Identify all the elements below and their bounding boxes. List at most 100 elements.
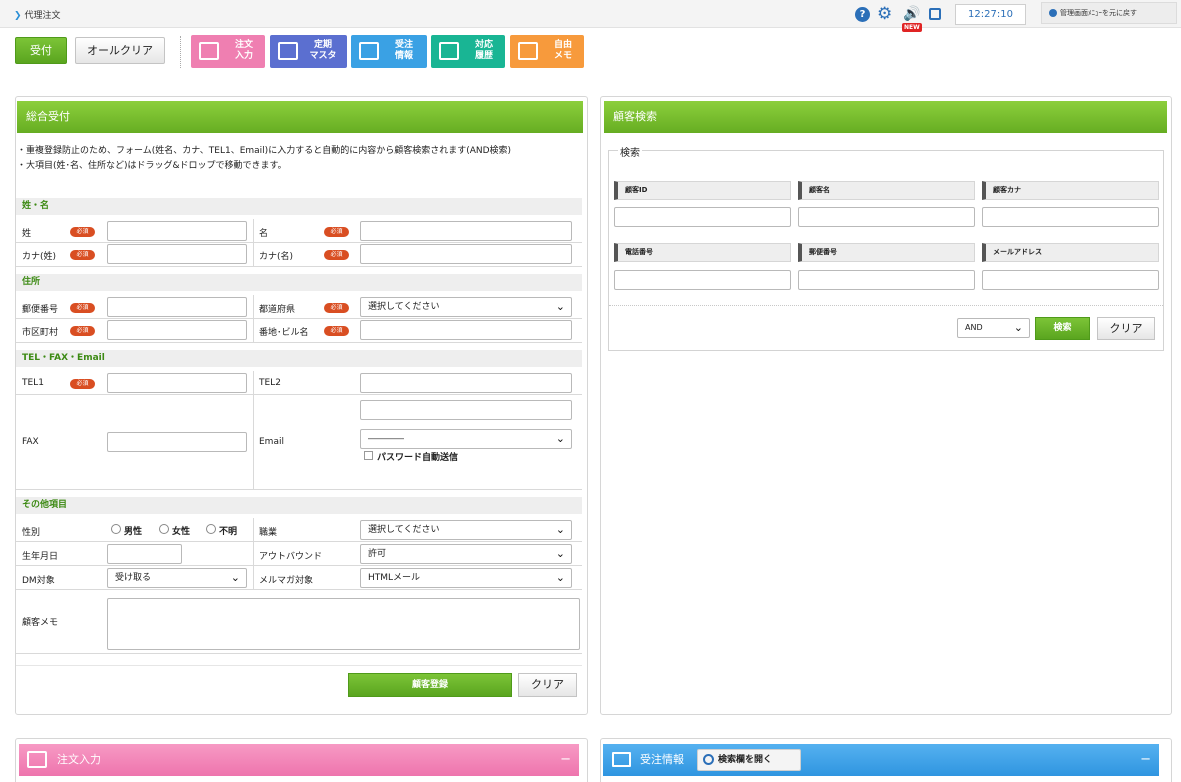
- tile-label: メモ: [553, 51, 572, 61]
- section-header-contact[interactable]: TEL・FAX・Email: [16, 350, 582, 367]
- required-badge: 必須: [324, 303, 349, 313]
- street-input[interactable]: [360, 320, 572, 340]
- open-search-button[interactable]: 検索欄を開く: [697, 749, 801, 771]
- required-badge: 必須: [324, 326, 349, 336]
- label-gender: 性別: [22, 528, 41, 538]
- tile-label: マスタ: [309, 51, 337, 61]
- required-badge: 必須: [70, 379, 95, 389]
- open-search-label: 検索欄を開く: [718, 755, 773, 765]
- mei-input[interactable]: [360, 221, 572, 241]
- order-info-tile[interactable]: 受注 情報: [351, 35, 427, 68]
- search-button[interactable]: 検索: [1035, 317, 1090, 340]
- panel-title: 顧客検索: [604, 101, 1167, 133]
- chevron-down-icon: ⌄: [555, 571, 565, 584]
- panel-title: 総合受付: [17, 101, 583, 133]
- email-domain-select[interactable]: ―――― ⌄: [360, 429, 572, 449]
- fax-input[interactable]: [107, 432, 247, 452]
- divider: [253, 295, 254, 343]
- free-memo-tile[interactable]: 自由 メモ: [510, 35, 584, 68]
- email-search-input[interactable]: [982, 270, 1159, 290]
- admin-back-label: 管理画面ﾒﾆｭｰを元に戻す: [1060, 9, 1137, 17]
- clock-display: 12:27:10: [955, 4, 1026, 25]
- label-email: Email: [259, 437, 284, 447]
- top-bar: ❯ 代理注文 ? ⚙ 🔊 NEW 12:27:10 管理画面ﾒﾆｭｰを元に戻す: [0, 0, 1181, 32]
- customer-id-input[interactable]: [614, 207, 791, 227]
- section-header-other[interactable]: その他項目: [16, 497, 582, 514]
- search-icon: [703, 754, 714, 765]
- email-input[interactable]: [360, 400, 572, 420]
- zip-input[interactable]: [107, 297, 247, 317]
- label-outbound: アウトバウンド: [259, 552, 323, 562]
- external-link-icon[interactable]: [929, 8, 941, 20]
- gender-male-radio[interactable]: [111, 524, 121, 534]
- speaker-icon[interactable]: 🔊: [903, 7, 920, 22]
- tile-label: 情報: [394, 51, 413, 61]
- kana-sei-input[interactable]: [107, 244, 247, 264]
- customer-kana-input[interactable]: [982, 207, 1159, 227]
- header-email: メールアドレス: [982, 243, 1159, 262]
- search-divider: [609, 305, 1163, 306]
- select-value: 選択してください: [368, 302, 440, 312]
- search-mode-select[interactable]: AND ⌄: [957, 318, 1030, 338]
- gear-icon[interactable]: ⚙: [877, 6, 892, 23]
- accept-button[interactable]: 受付: [15, 37, 67, 64]
- collapse-icon[interactable]: −: [560, 744, 571, 776]
- mailmag-select[interactable]: HTMLメール ⌄: [360, 568, 572, 588]
- tel1-input[interactable]: [107, 373, 247, 393]
- select-value: ――――: [368, 434, 404, 444]
- help-icon[interactable]: ?: [855, 7, 870, 22]
- sei-input[interactable]: [107, 221, 247, 241]
- tile-label: 入力: [234, 51, 253, 61]
- order-entry-header[interactable]: 注文入力 −: [19, 744, 579, 776]
- dm-select[interactable]: 受け取る ⌄: [107, 568, 247, 588]
- tile-label: 対応: [474, 40, 493, 50]
- select-value: HTMLメール: [368, 573, 421, 583]
- order-info-header[interactable]: 受注情報 検索欄を開く −: [603, 744, 1159, 776]
- gender-unknown-label: 不明: [219, 527, 238, 537]
- document-icon: [439, 42, 459, 60]
- required-badge: 必須: [70, 326, 95, 336]
- chevron-down-icon: ⌄: [555, 523, 565, 536]
- kana-mei-input[interactable]: [360, 244, 572, 264]
- birthday-input[interactable]: [107, 544, 182, 564]
- password-auto-label: パスワード自動送信: [377, 453, 459, 463]
- customer-memo-textarea[interactable]: [107, 598, 580, 650]
- register-customer-button[interactable]: 顧客登録: [348, 673, 512, 697]
- new-badge: NEW: [902, 23, 922, 32]
- order-entry-tile[interactable]: 注文 入力: [191, 35, 265, 68]
- tel2-input[interactable]: [360, 373, 572, 393]
- toolbar-separator: [180, 36, 181, 68]
- label-memo: 顧客メモ: [22, 618, 59, 628]
- monitor-list-icon: [359, 42, 379, 60]
- section-header-address[interactable]: 住所: [16, 274, 582, 291]
- panel-title: 受注情報: [640, 753, 684, 766]
- label-birthday: 生年月日: [22, 552, 59, 562]
- outbound-select[interactable]: 許可 ⌄: [360, 544, 572, 564]
- city-input[interactable]: [107, 320, 247, 340]
- gender-female-radio[interactable]: [159, 524, 169, 534]
- search-clear-button[interactable]: クリア: [1097, 317, 1155, 340]
- clear-form-button[interactable]: クリア: [518, 673, 577, 697]
- job-select[interactable]: 選択してください ⌄: [360, 520, 572, 540]
- select-value: 選択してください: [368, 525, 440, 535]
- divider: [253, 371, 254, 490]
- clear-all-button[interactable]: オールクリア: [75, 37, 165, 64]
- divider: [253, 518, 254, 590]
- phone-search-input[interactable]: [614, 270, 791, 290]
- history-tile[interactable]: 対応 履歴: [431, 35, 505, 68]
- gender-male-label: 男性: [124, 527, 143, 537]
- chevron-down-icon: ⌄: [555, 547, 565, 560]
- collapse-icon[interactable]: −: [1140, 744, 1151, 776]
- gender-unknown-radio[interactable]: [206, 524, 216, 534]
- subscription-master-tile[interactable]: 定期 マスタ: [270, 35, 347, 68]
- select-value: 受け取る: [115, 573, 152, 583]
- select-value: AND: [965, 323, 983, 332]
- label-mailmag: メルマガ対象: [259, 576, 314, 586]
- customer-name-input[interactable]: [798, 207, 975, 227]
- breadcrumb-label: 代理注文: [24, 11, 61, 21]
- prefecture-select[interactable]: 選択してください ⌄: [360, 297, 572, 317]
- zip-search-input[interactable]: [798, 270, 975, 290]
- password-auto-checkbox[interactable]: [364, 451, 373, 460]
- admin-menu-restore-button[interactable]: 管理画面ﾒﾆｭｰを元に戻す: [1041, 2, 1177, 24]
- section-header-name[interactable]: 姓・名: [16, 198, 582, 215]
